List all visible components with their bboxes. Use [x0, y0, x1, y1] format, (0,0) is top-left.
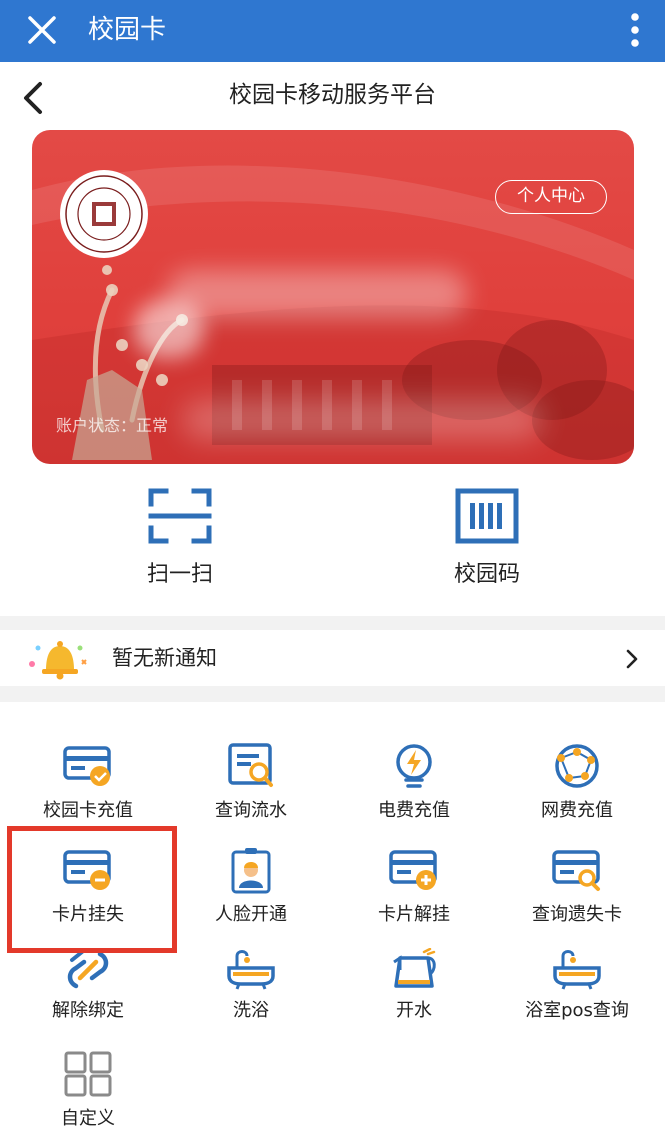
- service-label: 浴室pos查询: [525, 1000, 629, 1021]
- highlight-box: [7, 826, 177, 953]
- bell-icon: [29, 641, 87, 680]
- query-transactions-icon: [228, 743, 273, 787]
- card-name-blurred: [167, 270, 467, 318]
- service-label: 开水: [396, 1000, 432, 1021]
- service-card-search[interactable]: 查询遗失卡: [494, 846, 660, 926]
- network-icon: [555, 744, 599, 788]
- service-label: 网费充值: [541, 800, 613, 821]
- service-face-id[interactable]: 人脸开通: [168, 846, 334, 926]
- chevron-right-icon: [626, 649, 638, 669]
- divider: [0, 686, 665, 702]
- app-title: 校园卡: [88, 15, 167, 45]
- campus-code-button[interactable]: 校园码: [387, 488, 587, 588]
- service-label: 电费充值: [378, 800, 450, 821]
- card-recharge-icon: [63, 746, 111, 786]
- service-label: 查询流水: [215, 800, 287, 821]
- card-unlock-icon: [389, 850, 437, 890]
- service-label: 校园卡充值: [43, 800, 133, 821]
- service-hot-water[interactable]: 开水: [331, 948, 497, 1022]
- service-customize[interactable]: 自定义: [5, 1050, 171, 1130]
- card-search-icon: [552, 850, 600, 891]
- notice-bar[interactable]: 暂无新通知: [0, 630, 665, 686]
- service-label: 卡片解挂: [378, 904, 450, 925]
- service-electricity[interactable]: 电费充值: [331, 742, 497, 822]
- service-network[interactable]: 网费充值: [494, 742, 660, 822]
- campus-code-label: 校园码: [453, 562, 520, 587]
- service-label: 解除绑定: [52, 1000, 124, 1021]
- close-icon[interactable]: [26, 14, 58, 46]
- service-unlink[interactable]: 解除绑定: [5, 950, 171, 1022]
- service-label: 人脸开通: [215, 904, 287, 925]
- profile-center-button[interactable]: 个人中心: [495, 180, 607, 214]
- card-number-blurred: [182, 400, 542, 440]
- campus-card[interactable]: 个人中心 账户状态：正常: [32, 130, 634, 464]
- service-query-transactions[interactable]: 查询流水: [168, 742, 334, 822]
- barcode-icon: [455, 488, 519, 544]
- divider: [0, 616, 665, 630]
- service-bath-pos-query[interactable]: 浴室pos查询: [494, 948, 660, 1022]
- bathtub-query-icon: [553, 950, 601, 990]
- page-header: 校园卡移动服务平台: [0, 62, 665, 130]
- account-status: 账户状态：正常: [56, 416, 169, 435]
- service-label: 查询遗失卡: [532, 904, 622, 925]
- service-label: 自定义: [61, 1108, 115, 1129]
- unlink-icon: [67, 950, 109, 989]
- face-id-icon: [231, 848, 271, 894]
- service-card-unlock[interactable]: 卡片解挂: [331, 846, 497, 926]
- notice-text: 暂无新通知: [112, 646, 217, 670]
- page-title: 校园卡移动服务平台: [229, 82, 436, 108]
- service-bath[interactable]: 洗浴: [168, 948, 334, 1022]
- grid-icon: [64, 1051, 112, 1097]
- bathtub-icon: [227, 950, 275, 990]
- scan-label: 扫一扫: [146, 562, 213, 587]
- service-label: 洗浴: [233, 1000, 269, 1021]
- kettle-icon: [393, 948, 436, 988]
- university-seal-logo: [60, 170, 148, 258]
- service-card-recharge[interactable]: 校园卡充值: [5, 742, 171, 822]
- scan-icon: [148, 488, 212, 544]
- scan-button[interactable]: 扫一扫: [80, 488, 280, 588]
- app-titlebar: 校园卡: [0, 0, 665, 62]
- more-vertical-icon[interactable]: [629, 12, 641, 48]
- electricity-icon: [396, 744, 432, 788]
